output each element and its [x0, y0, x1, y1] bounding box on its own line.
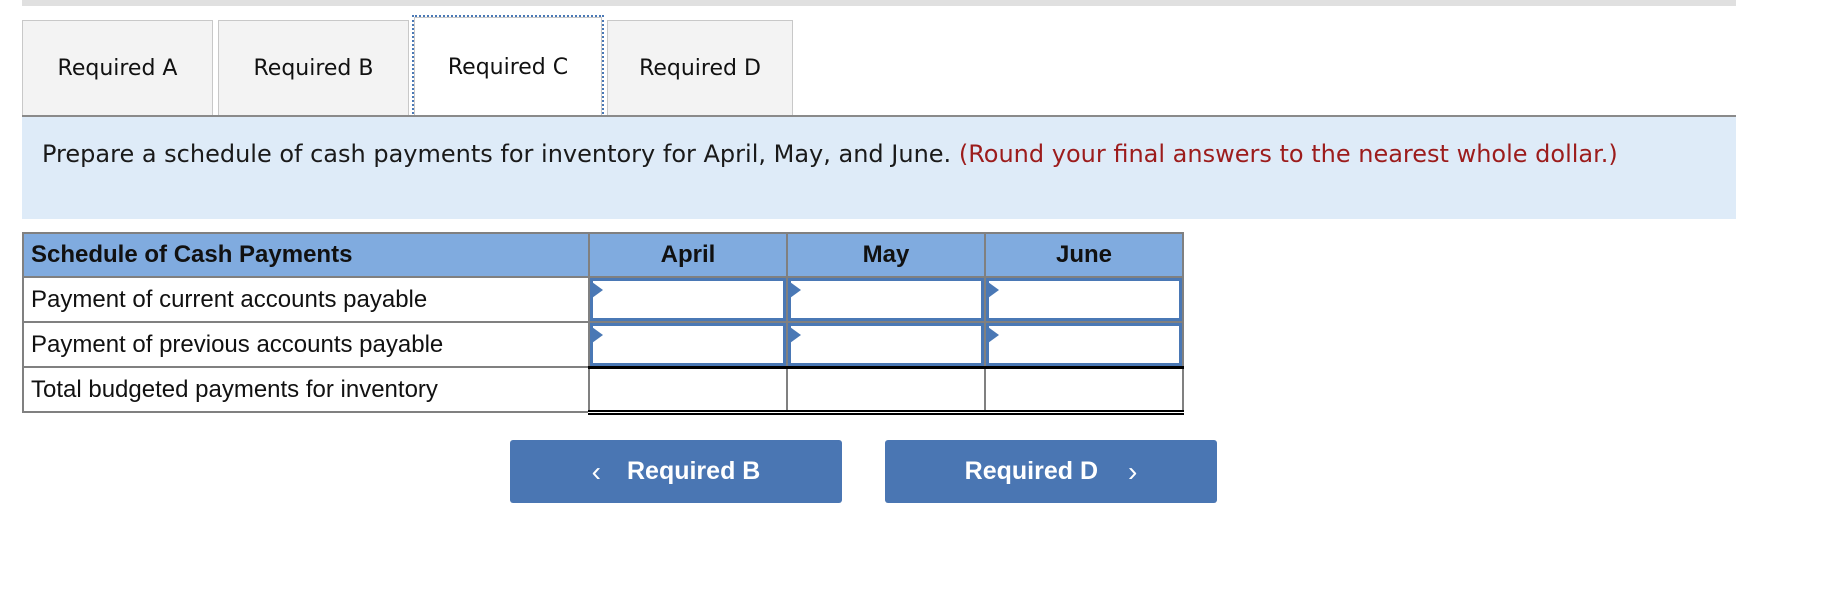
prev-button-label: Required B: [626, 457, 761, 485]
chevron-left-icon: ‹: [591, 455, 601, 487]
row-label-previous-ap: Payment of previous accounts payable: [22, 321, 590, 368]
input-previous-ap-april[interactable]: [593, 326, 783, 363]
input-current-ap-april[interactable]: [593, 281, 783, 318]
row-label-current-ap: Payment of current accounts payable: [22, 276, 590, 323]
tab-required-c[interactable]: Required C: [412, 15, 604, 118]
total-april: [588, 365, 788, 415]
cash-payments-schedule-table: Schedule of Cash Payments April May June…: [22, 232, 1184, 415]
instruction-text: Prepare a schedule of cash payments for …: [42, 140, 952, 168]
row-label-total: Total budgeted payments for inventory: [22, 366, 590, 413]
cell-previous-ap-april: [588, 321, 788, 368]
tab-required-b[interactable]: Required B: [218, 20, 409, 116]
input-current-ap-may[interactable]: [791, 281, 981, 318]
column-header-june: June: [984, 232, 1184, 278]
total-june: [984, 365, 1184, 415]
next-required-d-button[interactable]: Required D ›: [885, 440, 1217, 503]
table-header-row: Schedule of Cash Payments April May June: [22, 232, 1184, 278]
column-header-may: May: [786, 232, 986, 278]
cell-current-ap-april: [588, 276, 788, 323]
cell-current-ap-june: [984, 276, 1184, 323]
tab-required-d[interactable]: Required D: [607, 20, 793, 116]
column-header-april: April: [588, 232, 788, 278]
table-row-total: Total budgeted payments for inventory: [22, 365, 1184, 415]
chevron-right-icon: ›: [1128, 455, 1138, 487]
table-row: Payment of current accounts payable: [22, 276, 1184, 323]
input-previous-ap-june[interactable]: [989, 326, 1179, 363]
table-row: Payment of previous accounts payable: [22, 321, 1184, 368]
cell-previous-ap-may: [786, 321, 986, 368]
prev-required-b-button[interactable]: ‹ Required B: [510, 440, 842, 503]
total-may: [786, 365, 986, 415]
instruction-panel: Prepare a schedule of cash payments for …: [22, 117, 1736, 219]
input-current-ap-june[interactable]: [989, 281, 1179, 318]
input-previous-ap-may[interactable]: [791, 326, 981, 363]
rounding-note: (Round your final answers to the nearest…: [958, 140, 1618, 168]
cell-current-ap-may: [786, 276, 986, 323]
tab-bar: Required A Required B Required C Require…: [22, 15, 798, 118]
table-header-label: Schedule of Cash Payments: [22, 232, 590, 278]
cell-previous-ap-june: [984, 321, 1184, 368]
top-divider-bar: [22, 0, 1736, 6]
next-button-label: Required D: [964, 457, 1099, 485]
tab-required-a[interactable]: Required A: [22, 20, 213, 116]
